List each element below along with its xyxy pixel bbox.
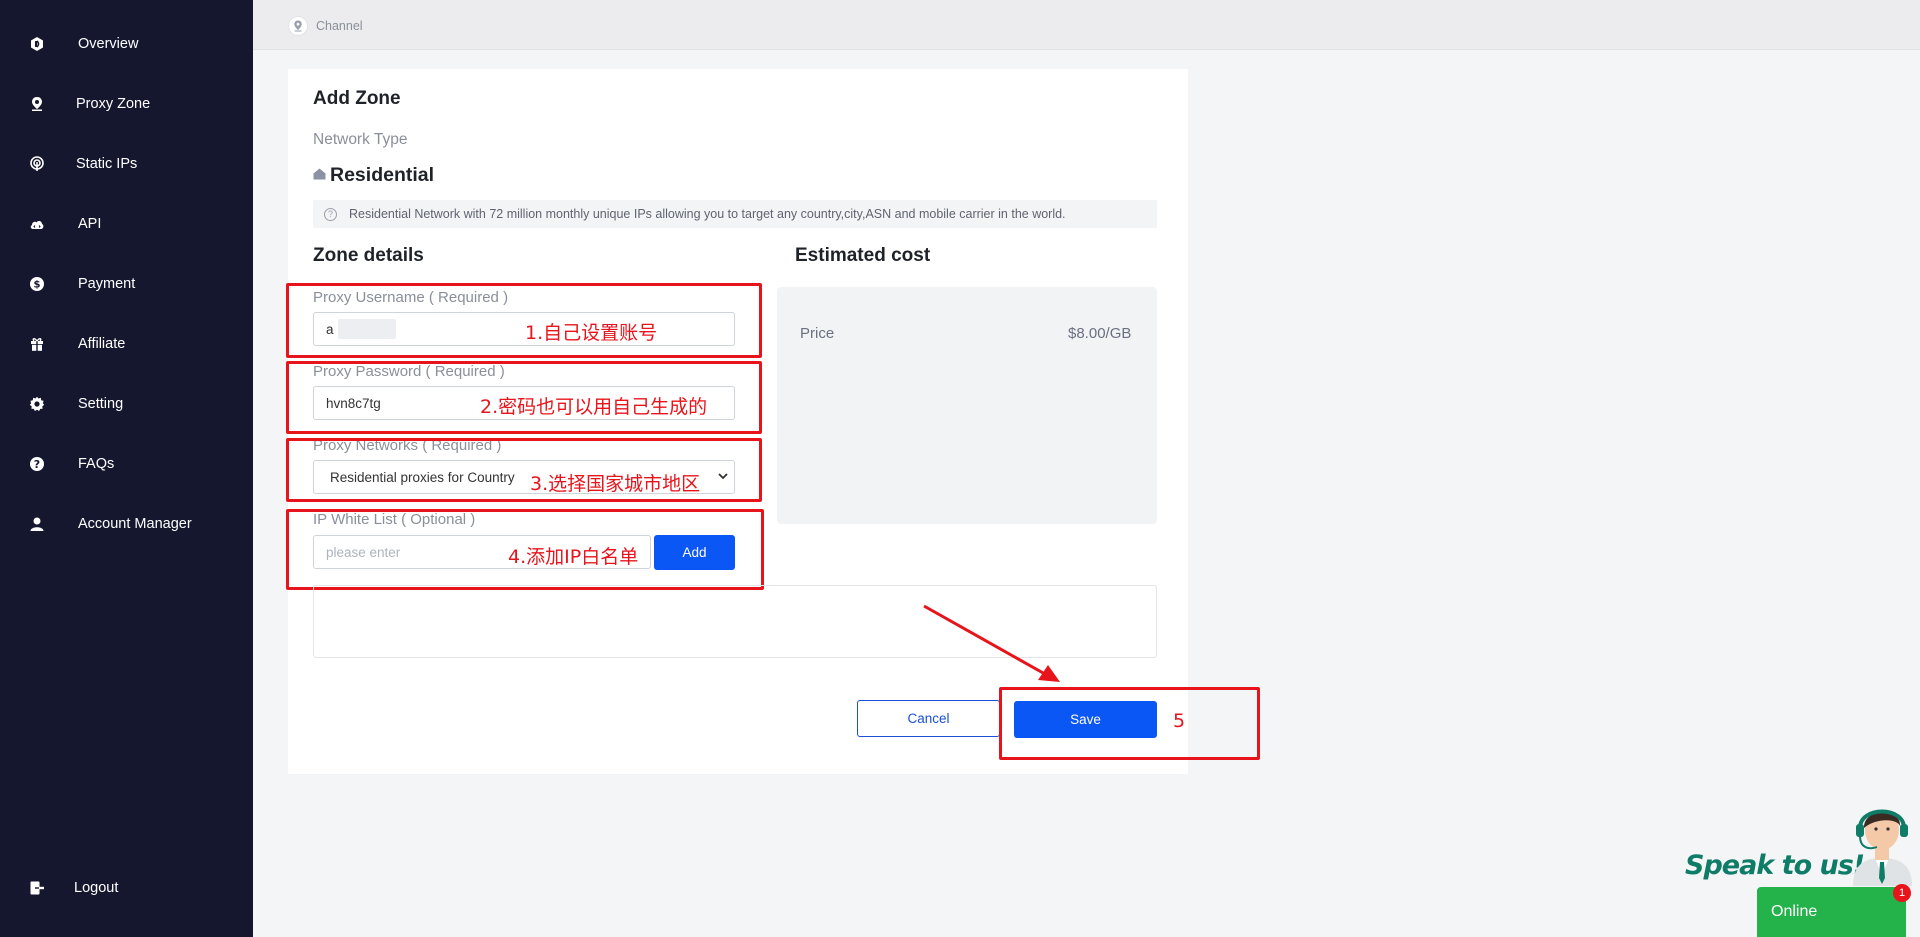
house-icon: [313, 167, 326, 185]
network-type-text: Residential: [330, 164, 435, 186]
sidebar-item-static-ips[interactable]: Static IPs: [0, 144, 253, 184]
page-title: Add Zone: [313, 88, 401, 109]
cloud-icon: [29, 216, 45, 232]
annotation-arrow: [923, 604, 1060, 682]
annotation-step3: 3.选择国家城市地区: [530, 473, 701, 495]
speak-to-us-label[interactable]: Speak to us!: [1685, 850, 1865, 881]
gear-icon: [29, 396, 45, 412]
sidebar-item-label: FAQs: [78, 456, 115, 472]
question-icon: ?: [29, 456, 45, 472]
sidebar-item-label: Account Manager: [78, 516, 192, 532]
svg-text:?: ?: [34, 458, 40, 471]
sidebar-item-logout[interactable]: Logout: [0, 868, 253, 908]
online-chat-button[interactable]: Online: [1757, 887, 1906, 937]
network-description: ? Residential Network with 72 million mo…: [313, 200, 1157, 228]
network-type-value: Residential: [313, 164, 434, 187]
sidebar-item-proxy-zone[interactable]: Proxy Zone: [0, 84, 253, 124]
sidebar-item-label: Payment: [78, 276, 136, 292]
sidebar-item-account-manager[interactable]: Account Manager: [0, 504, 253, 544]
sidebar-item-label: Proxy Zone: [76, 96, 151, 112]
location-pin-icon: [29, 96, 45, 112]
zone-details-title: Zone details: [313, 245, 424, 266]
sidebar-item-label: API: [78, 216, 102, 232]
breadcrumb[interactable]: Channel: [288, 16, 363, 36]
network-type-label: Network Type: [313, 131, 408, 148]
annotation-step4: 4.添加IP白名单: [508, 546, 639, 568]
question-icon: ?: [324, 207, 337, 221]
sidebar-item-label: Static IPs: [76, 156, 138, 172]
network-description-text: Residential Network with 72 million mont…: [349, 207, 1066, 221]
price-label: Price: [800, 325, 835, 342]
annotation-step5: 5: [1173, 710, 1186, 732]
support-agent-avatar[interactable]: [1845, 796, 1920, 886]
sidebar-item-payment[interactable]: $ Payment: [0, 264, 253, 304]
gift-icon: [29, 336, 45, 352]
sidebar-item-label: Setting: [78, 396, 124, 412]
cost-panel: [777, 287, 1157, 524]
annotation-box-1: [286, 283, 762, 358]
location-pin-icon: [288, 16, 308, 36]
sidebar-item-setting[interactable]: Setting: [0, 384, 253, 424]
antenna-icon: [29, 156, 45, 172]
cancel-button[interactable]: Cancel: [857, 700, 1000, 737]
sidebar: Overview Proxy Zone Static IPs API $ Pay…: [0, 0, 253, 937]
top-bar: [253, 0, 1920, 50]
overview-icon: [29, 36, 45, 52]
sidebar-item-api[interactable]: API: [0, 204, 253, 244]
annotation-step1: 1.自己设置账号: [525, 322, 658, 344]
user-icon: [29, 516, 45, 532]
sidebar-item-faqs[interactable]: ? FAQs: [0, 444, 253, 484]
price-value: $8.00/GB: [1068, 325, 1132, 342]
annotation-step2: 2.密码也可以用自己生成的: [480, 396, 708, 418]
logout-icon: [29, 880, 45, 896]
logout-label: Logout: [74, 880, 119, 896]
sidebar-item-affiliate[interactable]: Affiliate: [0, 324, 253, 364]
notification-badge: 1: [1893, 884, 1911, 902]
estimated-cost-title: Estimated cost: [795, 245, 931, 266]
svg-text:$: $: [34, 280, 41, 291]
breadcrumb-label: Channel: [316, 19, 363, 33]
dollar-icon: $: [29, 276, 45, 292]
sidebar-item-overview[interactable]: Overview: [0, 24, 253, 64]
sidebar-item-label: Affiliate: [78, 336, 126, 352]
annotation-box-5: [999, 687, 1260, 760]
sidebar-item-label: Overview: [78, 36, 139, 52]
